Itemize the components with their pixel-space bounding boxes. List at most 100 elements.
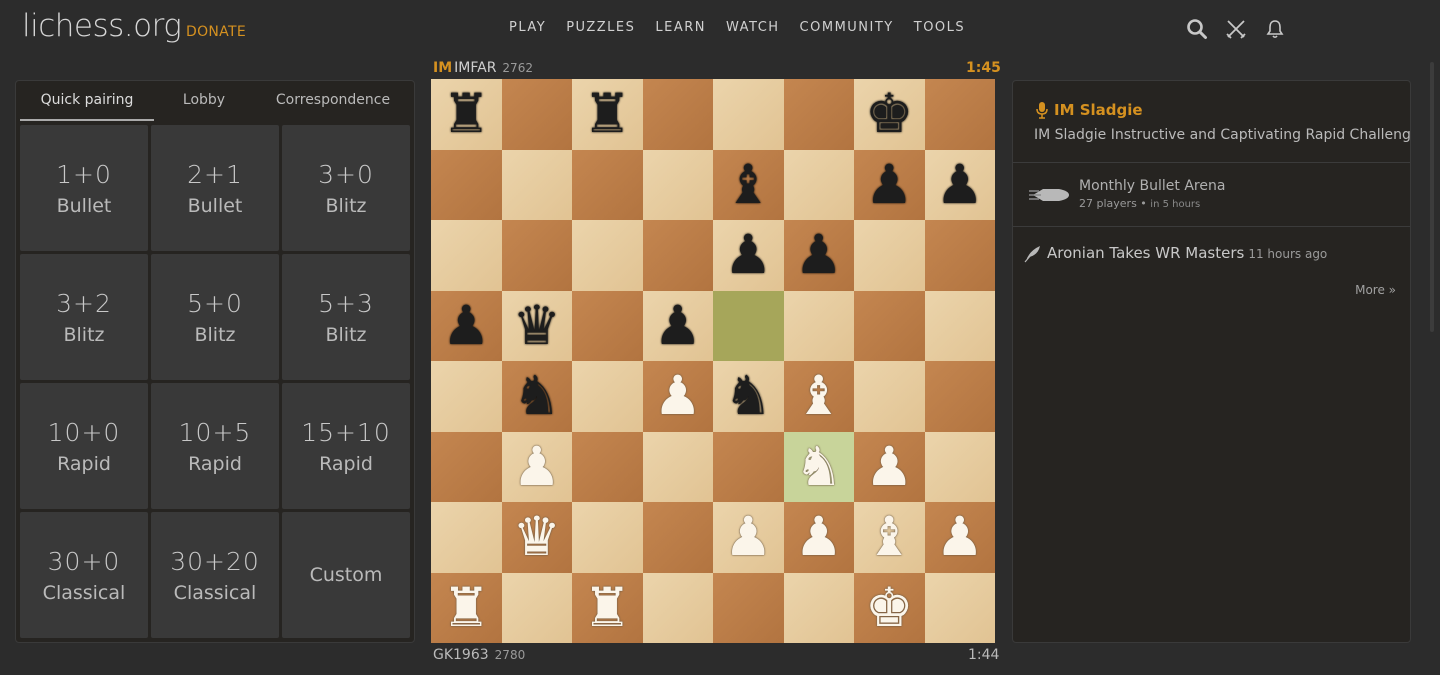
square-b4[interactable]: ♞ [501,361,572,432]
square-f8[interactable] [783,79,854,150]
pool-button[interactable]: 15+10 Rapid [282,383,410,509]
black-king-piece[interactable]: ♚ [865,87,913,141]
nav-play[interactable]: PLAY [509,20,546,35]
square-c7[interactable] [572,149,643,220]
square-b3[interactable]: ♟ [501,431,572,502]
black-pawn-piece[interactable]: ♟ [936,157,984,212]
square-e3[interactable] [713,431,784,502]
black-knight-piece[interactable]: ♞ [724,369,772,423]
bell-icon[interactable] [1264,18,1286,40]
square-c5[interactable] [572,290,643,361]
pool-button[interactable]: 5+0 Blitz [151,254,279,380]
square-g6[interactable] [854,220,925,291]
square-g7[interactable]: ♟ [854,149,925,220]
square-a1[interactable]: ♜ [431,572,502,643]
square-a3[interactable] [431,431,502,502]
square-e4[interactable]: ♞ [713,361,784,432]
featured-stream[interactable]: IM Sladgie IM Sladgie Instructive and Ca… [1013,81,1410,163]
square-f7[interactable] [783,149,854,220]
square-a7[interactable] [431,149,502,220]
nav-learn[interactable]: LEARN [655,20,706,35]
square-h7[interactable]: ♟ [924,149,995,220]
square-c6[interactable] [572,220,643,291]
square-h8[interactable] [924,79,995,150]
pool-button[interactable]: 10+0 Rapid [20,383,148,509]
square-h3[interactable] [924,431,995,502]
tournament-item[interactable]: Monthly Bullet Arena 27 players • in 5 h… [1013,163,1410,227]
square-e2[interactable]: ♟ [713,502,784,573]
square-g5[interactable] [854,290,925,361]
square-c8[interactable]: ♜ [572,79,643,150]
square-f6[interactable]: ♟ [783,220,854,291]
square-d3[interactable] [642,431,713,502]
square-e6[interactable]: ♟ [713,220,784,291]
donate-link[interactable]: DONATE [186,24,246,40]
pool-button[interactable]: 5+3 Blitz [282,254,410,380]
pool-button[interactable]: 3+0 Blitz [282,125,410,251]
square-e8[interactable] [713,79,784,150]
black-pawn-piece[interactable]: ♟ [795,228,843,282]
white-rook-piece[interactable]: ♜ [442,580,490,635]
more-link[interactable]: More » [1355,283,1396,297]
white-knight-piece[interactable]: ♞ [795,439,843,494]
nav-puzzles[interactable]: PUZZLES [566,20,635,35]
square-d5[interactable]: ♟ [642,290,713,361]
bottom-player[interactable]: GK1963 2780 [433,647,525,663]
square-b6[interactable] [501,220,572,291]
square-a8[interactable]: ♜ [431,79,502,150]
pool-button[interactable]: 3+2 Blitz [20,254,148,380]
square-e5[interactable] [713,290,784,361]
black-queen-piece[interactable]: ♛ [513,298,561,353]
square-d6[interactable] [642,220,713,291]
square-f4[interactable]: ♝ [783,361,854,432]
square-b7[interactable] [501,149,572,220]
white-pawn-piece[interactable]: ♟ [513,439,561,494]
square-b5[interactable]: ♛ [501,290,572,361]
white-pawn-piece[interactable]: ♟ [865,439,913,494]
white-bishop-piece[interactable]: ♝ [795,369,843,423]
square-h6[interactable] [924,220,995,291]
square-g4[interactable] [854,361,925,432]
square-b2[interactable]: ♛ [501,502,572,573]
white-pawn-piece[interactable]: ♟ [936,510,984,564]
pool-button[interactable]: 2+1 Bullet [151,125,279,251]
blog-item[interactable]: Aronian Takes WR Masters 11 hours ago [1013,227,1410,279]
tab-quick-pairing[interactable]: Quick pairing [20,81,154,121]
black-rook-piece[interactable]: ♜ [442,87,490,141]
chess-board[interactable]: ♜ ♜ ♚ ♝ ♟ ♟ ♟ ♟ ♟ ♛ ♟ ♞ ♟ ♞ ♝ ♟ ♞ ♟ ♛ ♟ ♟ ♝ ♟ ♜ ♜ ♚ [431,79,995,643]
square-c4[interactable] [572,361,643,432]
square-b8[interactable] [501,79,572,150]
pool-button[interactable]: 10+5 Rapid [151,383,279,509]
top-player[interactable]: IM IMFAR 2762 [433,60,533,76]
square-d8[interactable] [642,79,713,150]
square-g1[interactable]: ♚ [854,572,925,643]
square-c3[interactable] [572,431,643,502]
square-d2[interactable] [642,502,713,573]
square-d7[interactable] [642,149,713,220]
black-pawn-piece[interactable]: ♟ [865,157,913,212]
square-e7[interactable]: ♝ [713,149,784,220]
white-rook-piece[interactable]: ♜ [583,580,631,635]
square-g8[interactable]: ♚ [854,79,925,150]
square-d1[interactable] [642,572,713,643]
nav-tools[interactable]: TOOLS [914,20,965,35]
square-h1[interactable] [924,572,995,643]
square-h2[interactable]: ♟ [924,502,995,573]
white-pawn-piece[interactable]: ♟ [724,510,772,564]
pool-button[interactable]: 30+0 Classical [20,512,148,638]
square-a5[interactable]: ♟ [431,290,502,361]
white-bishop-piece[interactable]: ♝ [865,510,913,564]
square-f3[interactable]: ♞ [783,431,854,502]
black-pawn-piece[interactable]: ♟ [442,298,490,353]
site-logo[interactable]: lichess.org [22,8,182,44]
search-icon[interactable] [1186,18,1208,40]
pool-button[interactable]: 1+0 Bullet [20,125,148,251]
square-e1[interactable] [713,572,784,643]
black-pawn-piece[interactable]: ♟ [654,298,702,353]
square-a4[interactable] [431,361,502,432]
black-knight-piece[interactable]: ♞ [513,369,561,423]
swords-icon[interactable] [1225,18,1247,40]
page-scrollbar[interactable] [1430,62,1434,332]
square-f2[interactable]: ♟ [783,502,854,573]
square-g3[interactable]: ♟ [854,431,925,502]
